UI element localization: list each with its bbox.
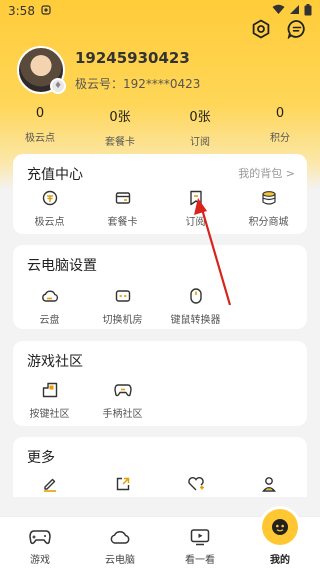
more-item-account[interactable] — [232, 475, 305, 493]
cloud-pc-settings-title: 云电脑设置 — [27, 258, 97, 274]
cloud-icon — [13, 287, 86, 305]
community-item-label: 手柄社区 — [102, 409, 143, 420]
settings-button[interactable] — [250, 19, 272, 43]
battery-icon — [304, 3, 312, 19]
more-card: 更多 — [13, 437, 307, 497]
more-item-share[interactable] — [86, 475, 159, 493]
stat-subscriptions[interactable]: 0张 订阅 — [160, 106, 240, 148]
recharge-center-title: 充值中心 — [27, 167, 83, 183]
nav-games[interactable]: 游戏 — [0, 517, 80, 568]
top-action-icons — [250, 19, 308, 43]
more-item-favorite[interactable] — [159, 475, 232, 493]
stats-row: 0 极云点 0张 套餐卡 0张 订阅 0 积分 — [0, 106, 320, 148]
stat-credits[interactable]: 0 积分 — [240, 106, 320, 148]
game-community-card: 游戏社区 按键社区 手柄社区 — [13, 341, 307, 426]
stat-points[interactable]: 0 极云点 — [0, 106, 80, 148]
community-item-key-community[interactable]: 按键社区 — [13, 381, 86, 420]
more-title: 更多 — [27, 450, 55, 466]
app-notification-icon — [41, 4, 51, 18]
wifi-icon — [272, 4, 285, 18]
card-icon — [86, 189, 159, 207]
pencil-icon — [13, 475, 86, 493]
avatar-face-icon — [262, 509, 298, 545]
annotation-arrow-icon — [194, 198, 232, 306]
stat-label: 极云点 — [25, 133, 55, 144]
status-time: 3:58 — [8, 4, 35, 18]
keys-icon — [13, 381, 86, 399]
account-id: 极云号：192****0423 — [75, 76, 201, 91]
settings-item-cloud-drive[interactable]: 云盘 — [13, 287, 86, 326]
stat-value: 0张 — [189, 110, 211, 125]
gamepad-icon — [86, 381, 159, 399]
username: 19245930423 — [75, 48, 190, 67]
vip-badge-icon: ♦ — [50, 78, 66, 94]
stat-label: 订阅 — [190, 137, 210, 148]
recharge-item-label: 极云点 — [34, 217, 65, 228]
nav-cloud-pc[interactable]: 云电脑 — [80, 517, 160, 568]
person-icon — [232, 475, 305, 493]
game-community-title: 游戏社区 — [27, 354, 83, 370]
coin-icon — [13, 189, 86, 207]
chat-bubble-icon — [287, 19, 307, 43]
avatar[interactable]: ♦ — [17, 46, 66, 94]
more-item-edit[interactable] — [13, 475, 86, 493]
status-bar: 3:58 — [0, 0, 320, 22]
signal-icon — [289, 4, 300, 18]
nav-label: 我的 — [270, 555, 290, 566]
settings-item-label: 键鼠转换器 — [170, 315, 221, 326]
recharge-item-label: 积分商城 — [248, 217, 289, 228]
stat-label: 积分 — [270, 133, 290, 144]
recharge-item-package-card[interactable]: 套餐卡 — [86, 189, 159, 228]
stat-label: 套餐卡 — [105, 137, 135, 148]
recharge-item-label: 套餐卡 — [107, 217, 138, 228]
nav-label: 云电脑 — [105, 555, 135, 566]
gamepad-icon — [0, 525, 80, 549]
stat-value: 0张 — [109, 110, 131, 125]
settings-item-label: 云盘 — [39, 315, 60, 326]
database-coins-icon — [232, 189, 305, 207]
messages-button[interactable] — [286, 20, 308, 42]
stat-package-cards[interactable]: 0张 套餐卡 — [80, 106, 160, 148]
server-icon — [86, 287, 159, 305]
profile-section[interactable]: ♦ 19245930423 极云号：192****0423 — [17, 46, 200, 94]
recharge-item-points-mall[interactable]: 积分商城 — [232, 189, 305, 228]
settings-item-switch-server[interactable]: 切换机房 — [86, 287, 159, 326]
recharge-center-card: 充值中心 我的背包 > 极云点 套餐卡 订阅 积分商城 — [13, 154, 307, 234]
recharge-item-points[interactable]: 极云点 — [13, 189, 86, 228]
community-item-gamepad-community[interactable]: 手柄社区 — [86, 381, 159, 420]
gear-icon — [251, 19, 271, 43]
nav-label: 看一看 — [185, 555, 215, 566]
tv-icon — [160, 525, 240, 549]
stat-value: 0 — [275, 106, 285, 121]
cloud-pc-settings-card: 云电脑设置 云盘 切换机房 键鼠转换器 — [13, 245, 307, 329]
share-icon — [86, 475, 159, 493]
community-item-label: 按键社区 — [29, 409, 70, 420]
settings-item-label: 切换机房 — [102, 315, 143, 326]
my-backpack-link[interactable]: 我的背包 > — [238, 165, 295, 181]
stat-value: 0 — [35, 106, 45, 121]
nav-label: 游戏 — [30, 555, 50, 566]
nav-watch[interactable]: 看一看 — [160, 517, 240, 568]
heart-plus-icon — [159, 475, 232, 493]
cloud-icon — [80, 525, 160, 549]
nav-mine[interactable]: 我的 — [240, 509, 320, 568]
bottom-navigation: 游戏 云电脑 看一看 我的 — [0, 509, 320, 568]
